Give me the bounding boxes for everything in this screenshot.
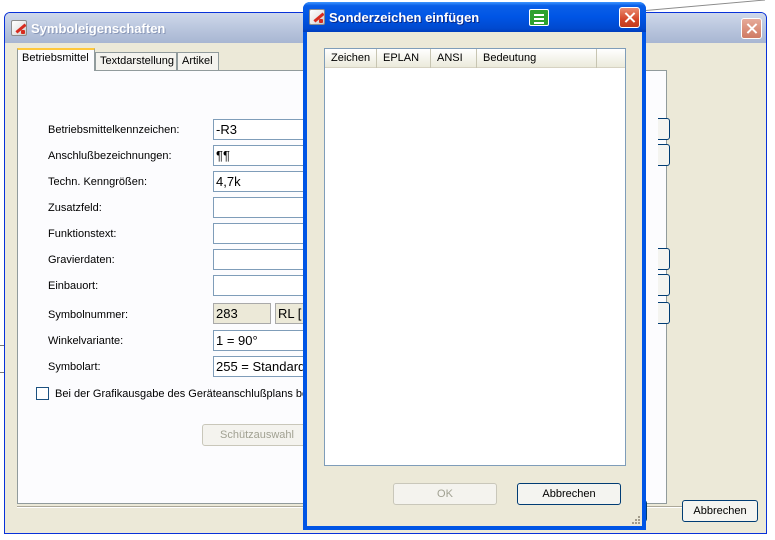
label-symbolart: Symbolart: (48, 361, 101, 373)
grafikausgabe-label: Bei der Grafikausgabe des Geräteanschluß… (55, 388, 318, 400)
symbolnummer-field: 283 (213, 303, 271, 324)
label-funktionstext: Funktionstext: (48, 228, 117, 240)
grafikausgabe-checkbox[interactable] (36, 387, 49, 400)
label-betriebsmittelkennzeichen: Betriebsmittelkennzeichen: (48, 124, 180, 136)
cancel-button[interactable]: Abbrechen (682, 500, 758, 522)
einbauort-browse-button[interactable] (658, 274, 670, 296)
list-header: Zeichen EPLAN ANSI Bedeutung (325, 49, 625, 68)
tab-textdarstellung[interactable]: Textdarstellung (95, 52, 177, 70)
label-einbauort: Einbauort: (48, 280, 99, 292)
label-gravierdaten: Gravierdaten: (48, 254, 115, 266)
column-ansi[interactable]: ANSI (431, 49, 477, 68)
symbol-browse-button[interactable] (658, 302, 670, 324)
column-bedeutung[interactable]: Bedeutung (477, 49, 597, 68)
insert-special-characters-dialog: Sonderzeichen einfügen Zeichen EPLAN ANS… (303, 2, 646, 530)
tab-betriebsmittel[interactable]: Betriebsmittel (17, 48, 95, 71)
eplan-app-icon (11, 20, 27, 36)
betriebsmittel-browse-button[interactable] (658, 118, 670, 140)
anschluss-browse-button[interactable] (658, 144, 670, 166)
close-icon[interactable] (619, 7, 640, 28)
label-anschlussbezeichnungen: Anschlußbezeichnungen: (48, 150, 172, 162)
background-edge (640, 0, 766, 12)
tab-artikel[interactable]: Artikel (177, 52, 219, 70)
label-winkelvariante: Winkelvariante: (48, 335, 124, 347)
resize-grip-icon[interactable] (630, 514, 640, 524)
cancel-button[interactable]: Abbrechen (517, 483, 621, 505)
title-bar[interactable]: Sonderzeichen einfügen (303, 2, 646, 32)
label-techn-kenngroessen: Techn. Kenngrößen: (48, 176, 148, 188)
schuetzauswahl-button[interactable]: Schützauswahl (202, 424, 312, 446)
close-icon[interactable] (741, 18, 762, 39)
gravierdaten-browse-button[interactable] (658, 248, 670, 270)
label-zusatzfeld: Zusatzfeld: (48, 202, 102, 214)
characters-list[interactable]: Zeichen EPLAN ANSI Bedeutung (324, 48, 626, 466)
column-zeichen[interactable]: Zeichen (325, 49, 377, 68)
window-title: Symboleigenschaften (31, 21, 166, 36)
column-eplan[interactable]: EPLAN (377, 49, 431, 68)
eplan-app-icon (309, 9, 325, 25)
print-icon[interactable] (529, 9, 549, 26)
dialog-title: Sonderzeichen einfügen (329, 10, 480, 25)
label-symbolnummer: Symbolnummer: (48, 309, 129, 321)
ok-button[interactable]: OK (393, 483, 497, 505)
